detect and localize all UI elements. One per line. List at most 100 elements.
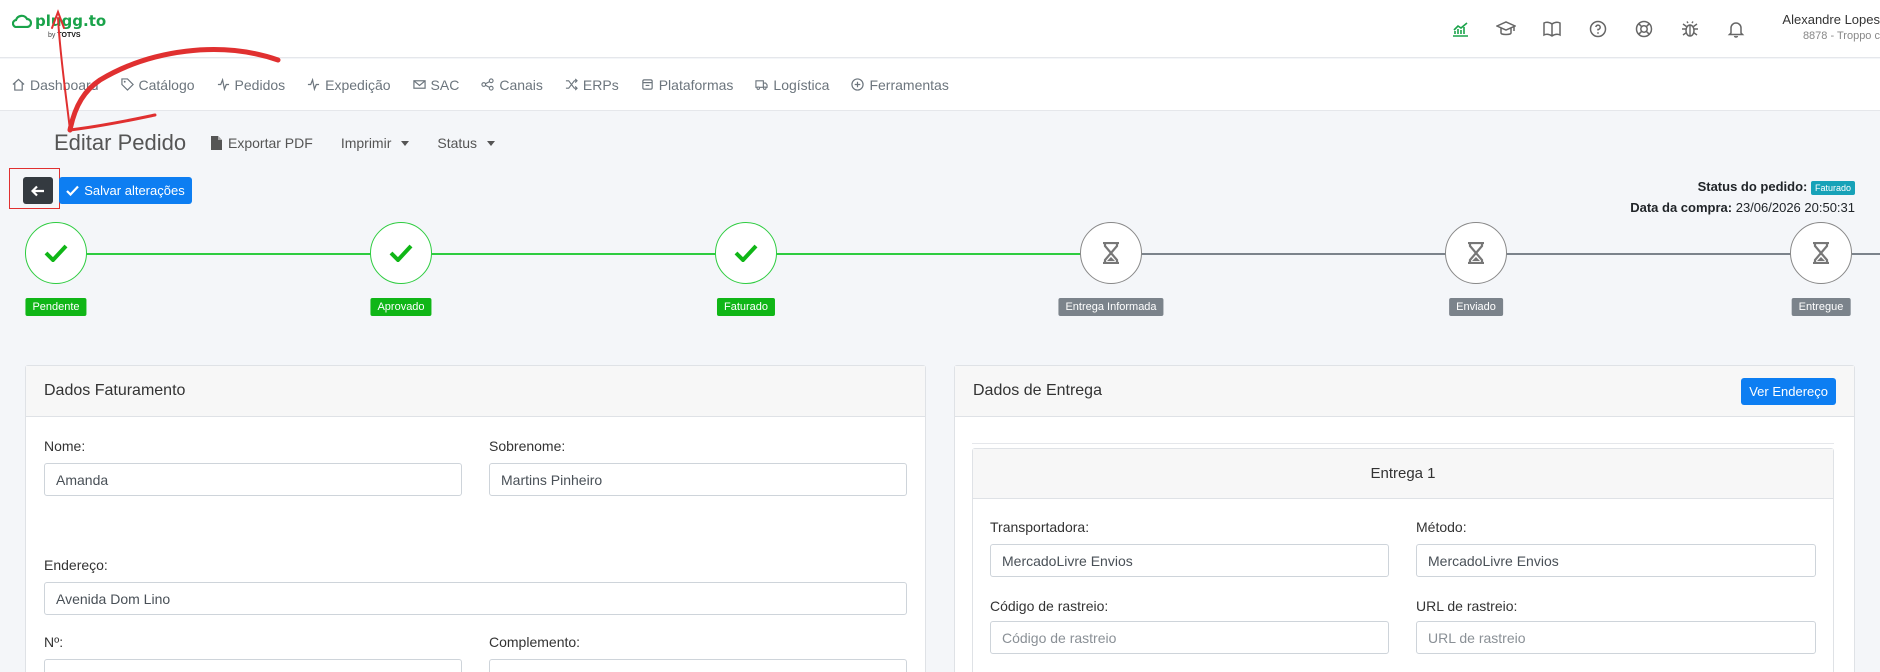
nav-item-canais[interactable]: Canais	[481, 77, 543, 93]
truck-icon	[755, 80, 769, 90]
nav-item-dashboard[interactable]: Dashboard	[12, 77, 99, 93]
print-dropdown[interactable]: Imprimir	[341, 135, 410, 151]
share-icon	[481, 78, 494, 91]
last-name-input[interactable]: Martins Pinheiro	[489, 463, 907, 496]
purchase-date-value: 23/06/2026 20:50:31	[1735, 200, 1855, 215]
step-label-entregue: Entregue	[1791, 298, 1851, 316]
hourglass-icon	[1103, 242, 1119, 264]
nav-item-ferramentas[interactable]: Ferramentas	[851, 76, 949, 93]
user-name: Alexandre Lopes	[1782, 12, 1880, 27]
main-nav: Dashboard Catálogo Pedidos Expedição SAC…	[0, 59, 1880, 111]
help-icon[interactable]	[1586, 17, 1610, 41]
nav-item-catalogo[interactable]: Catálogo	[120, 76, 195, 93]
check-icon	[44, 244, 68, 262]
nav-label-logistica: Logística	[773, 76, 830, 93]
nav-label-ferramentas: Ferramentas	[869, 76, 949, 93]
method-label: Método:	[1416, 519, 1467, 535]
book-icon[interactable]	[1540, 17, 1564, 41]
nav-label-catalogo: Catálogo	[138, 76, 195, 93]
tracking-code-input[interactable]: Código de rastreio	[990, 621, 1389, 654]
nav-item-sac[interactable]: SAC	[412, 76, 460, 93]
shipment-title: Entrega 1	[1370, 465, 1436, 482]
print-label: Imprimir	[340, 135, 392, 151]
mail-icon	[412, 80, 426, 89]
nav-label-sac: SAC	[430, 76, 460, 93]
carrier-input[interactable]: MercadoLivre Envios	[990, 544, 1389, 577]
bell-icon[interactable]	[1724, 17, 1748, 41]
divider	[972, 443, 1834, 444]
graduation-cap-icon[interactable]	[1494, 17, 1518, 41]
number-input[interactable]	[44, 659, 462, 672]
nav-item-logistica[interactable]: Logística	[755, 77, 829, 93]
shipment-card: Entrega 1 Transportadora: MercadoLivre E…	[972, 448, 1834, 672]
check-icon	[734, 244, 758, 262]
tag-icon	[120, 78, 134, 91]
save-changes-button[interactable]: Salvar alterações	[59, 177, 192, 204]
complement-input[interactable]	[489, 659, 907, 672]
carrier-label: Transportadora:	[990, 519, 1090, 535]
bug-icon[interactable]	[1678, 17, 1702, 41]
top-header: plugg.to by TOTVS Alexandre Lopes 8878 -…	[0, 0, 1880, 58]
box-icon	[641, 79, 653, 90]
address-label: Endereço:	[44, 557, 108, 573]
step-label-entrega-informada: Entrega Informada	[1058, 298, 1164, 316]
annotation-highlight-box	[9, 168, 60, 209]
complement-label: Complemento:	[489, 634, 581, 650]
caret-down-icon	[487, 140, 496, 146]
nav-label-canais: Canais	[499, 76, 543, 93]
logo-brand: TOTVS	[57, 32, 81, 39]
nav-item-expedicao[interactable]: Expedição	[307, 77, 391, 93]
tracking-code-label: Código de rastreio:	[990, 598, 1109, 614]
nav-label-pedidos: Pedidos	[234, 76, 286, 93]
tracking-url-input[interactable]: URL de rastreio	[1416, 621, 1816, 654]
step-enviado	[1445, 222, 1507, 284]
delivery-card-title: Dados de Entrega	[973, 382, 1102, 399]
logo-text: plugg.to	[35, 12, 107, 30]
home-icon	[12, 78, 25, 91]
step-entregue	[1790, 222, 1852, 284]
cloud-icon	[12, 14, 32, 28]
user-account: 8878 - Troppo c	[1802, 30, 1880, 42]
nav-item-pedidos[interactable]: Pedidos	[217, 76, 286, 93]
order-status: Status do pedido: Faturado	[1698, 179, 1855, 195]
step-label-pendente: Pendente	[25, 298, 87, 316]
number-label: Nº:	[44, 634, 64, 650]
purchase-date: Data da compra: 23/06/2026 20:50:31	[1630, 200, 1855, 215]
last-name-label: Sobrenome:	[489, 438, 566, 454]
view-address-button[interactable]: Ver Endereço	[1741, 377, 1836, 405]
method-input[interactable]: MercadoLivre Envios	[1416, 544, 1816, 577]
nav-item-plataformas[interactable]: Plataformas	[641, 76, 734, 93]
save-changes-label: Salvar alterações	[84, 183, 185, 198]
chart-icon[interactable]	[1448, 17, 1472, 41]
shuffle-icon	[565, 78, 578, 91]
nav-label-dashboard: Dashboard	[30, 76, 99, 93]
nav-label-plataformas: Plataformas	[658, 76, 734, 93]
first-name-label: Nome:	[44, 438, 86, 454]
first-name-input[interactable]: Amanda	[44, 463, 462, 496]
user-menu[interactable]: Alexandre Lopes 8878 - Troppo c	[1782, 12, 1880, 42]
status-dropdown[interactable]: Status	[437, 135, 496, 151]
progress-line-complete	[56, 253, 1093, 255]
export-pdf-button[interactable]: Exportar PDF	[211, 135, 313, 151]
activity-icon	[217, 78, 229, 91]
billing-card-title: Dados Faturamento	[44, 382, 186, 399]
delivery-card: Dados de Entrega Ver Endereço Entrega 1 …	[954, 365, 1855, 672]
plus-circle-icon	[851, 78, 865, 91]
logo-by: by	[48, 32, 56, 39]
address-input[interactable]: Avenida Dom Lino	[44, 582, 907, 615]
order-status-label: Status do pedido:	[1697, 179, 1808, 194]
step-aprovado	[370, 222, 432, 284]
file-icon	[211, 136, 222, 150]
purchase-date-label: Data da compra:	[1630, 200, 1733, 215]
support-icon[interactable]	[1632, 17, 1656, 41]
step-label-aprovado: Aprovado	[370, 298, 432, 316]
nav-item-erps[interactable]: ERPs	[565, 77, 619, 93]
activity-icon	[308, 78, 320, 91]
plugg-logo[interactable]: plugg.to by TOTVS	[12, 12, 107, 39]
check-icon	[66, 185, 80, 196]
check-icon	[389, 244, 413, 262]
step-pendente	[25, 222, 87, 284]
step-label-enviado: Enviado	[1449, 298, 1503, 316]
progress-line-pending	[1852, 253, 1880, 255]
export-pdf-label: Exportar PDF	[228, 135, 313, 151]
